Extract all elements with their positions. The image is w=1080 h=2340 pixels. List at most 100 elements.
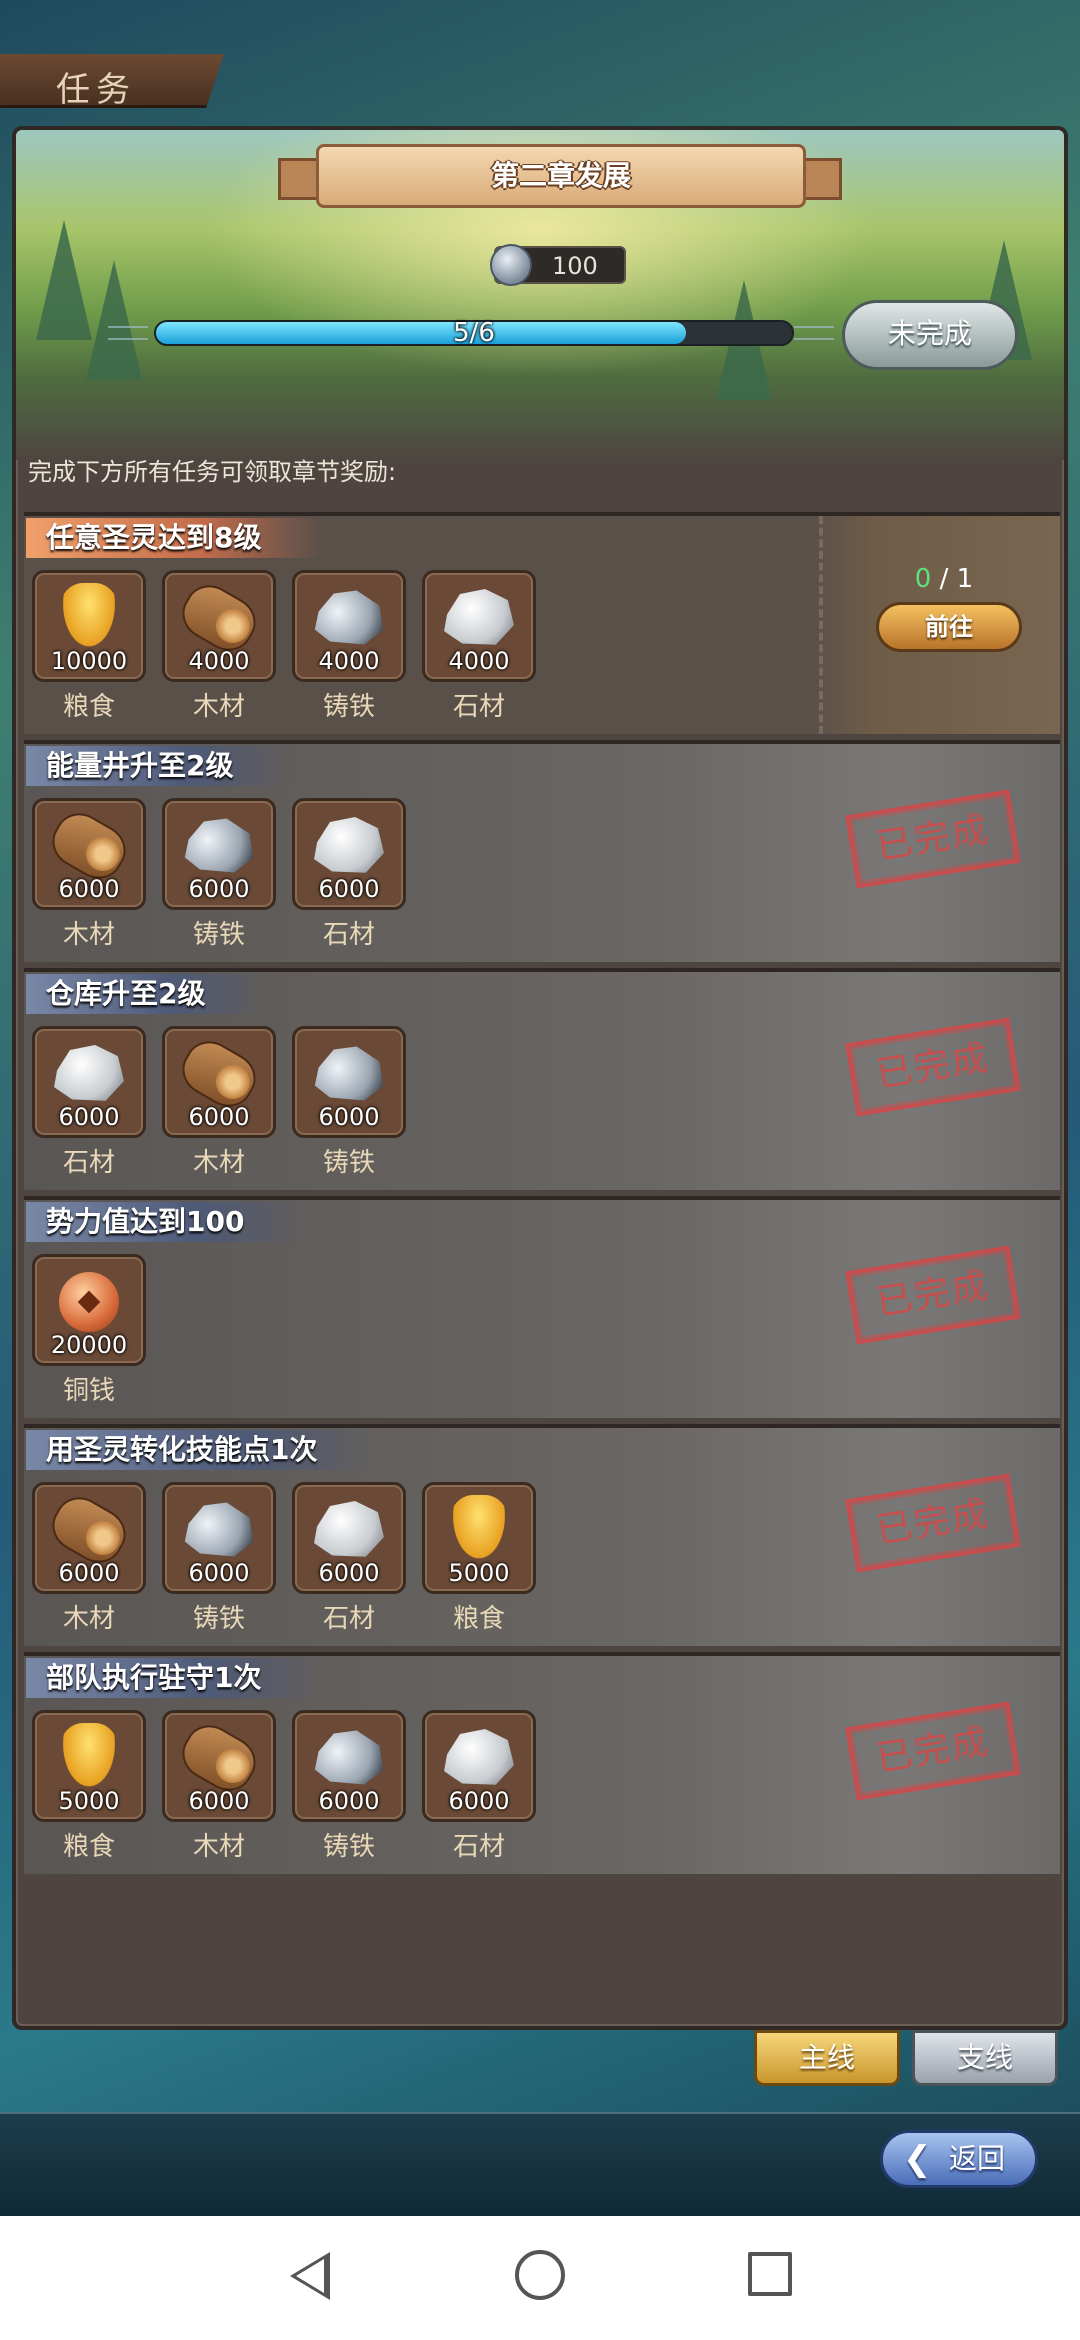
reward-qty: 6000 (318, 1103, 380, 1131)
tab-side-line[interactable]: 支线 (912, 2030, 1058, 2086)
reward-item[interactable]: 6000 石材 (32, 1026, 146, 1179)
reward-qty: 10000 (50, 647, 128, 675)
stone-icon (444, 1728, 514, 1785)
stone-icon (54, 1044, 124, 1101)
iron-icon (314, 1046, 384, 1101)
reward-item[interactable]: 6000 木材 (162, 1026, 276, 1179)
nav-recent-apps-icon[interactable] (748, 2252, 792, 2296)
reward-item[interactable]: 6000 木材 (32, 1482, 146, 1635)
reward-name: 粮食 (62, 1832, 115, 1862)
chapter-progress-label: 5/6 (453, 318, 495, 348)
stone-icon (314, 816, 384, 873)
chapter-title: 第二章发展 (490, 159, 631, 192)
chevron-left-icon: ❮ (903, 2139, 932, 2179)
grain-icon (449, 1494, 509, 1565)
reward-qty: 6000 (448, 1787, 510, 1815)
system-nav-bar (0, 2216, 1080, 2340)
grain-icon (59, 1722, 119, 1793)
reward-item[interactable]: 4000 石材 (422, 570, 536, 723)
reward-name: 木材 (192, 1148, 245, 1178)
task-title: 势力值达到100 (26, 1202, 305, 1242)
chapter-reward-amount: 100 (552, 252, 598, 280)
completed-stamp: 已完成 (845, 1701, 1021, 1801)
reward-name: 铸铁 (192, 1604, 245, 1634)
page-title: 任务 (56, 70, 136, 110)
task-title: 能量井升至2级 (26, 746, 294, 786)
reward-item[interactable]: 6000 铸铁 (162, 1482, 276, 1635)
reward-name: 石材 (62, 1148, 115, 1178)
chapter-ribbon: 第二章发展 (316, 144, 806, 208)
nav-back-icon[interactable] (290, 2252, 330, 2300)
reward-item[interactable]: 4000 铸铁 (292, 570, 406, 723)
reward-item[interactable]: 10000 粮食 (32, 570, 146, 723)
reward-item[interactable]: 4000 木材 (162, 570, 276, 723)
reward-name: 石材 (322, 920, 375, 950)
reward-qty: 20000 (50, 1331, 128, 1359)
completed-stamp: 已完成 (845, 1473, 1021, 1573)
goto-button[interactable]: 前往 (876, 602, 1022, 652)
completed-stamp: 已完成 (845, 789, 1021, 889)
task-title: 部队执行驻守1次 (26, 1658, 322, 1698)
task-card: 能量井升至2级 6000 木材 6000 铸铁 6000 石材 已完成 (24, 740, 1060, 962)
reward-list: 10000 粮食 4000 木材 4000 铸铁 4000 石材 (32, 570, 536, 723)
reward-name: 铜钱 (62, 1376, 115, 1406)
reward-qty: 6000 (318, 1559, 380, 1587)
task-card: 任意圣灵达到8级 10000 粮食 4000 木材 4000 铸铁 4000 石… (24, 512, 1060, 734)
reward-name: 粮食 (62, 692, 115, 722)
tab-main-line[interactable]: 主线 (754, 2030, 900, 2086)
chapter-hint: 完成下方所有任务可领取章节奖励: (28, 458, 397, 486)
reward-item[interactable]: 6000 石材 (292, 1482, 406, 1635)
reward-name: 木材 (62, 1604, 115, 1634)
reward-qty: 6000 (58, 1103, 120, 1131)
reward-qty: 6000 (188, 1559, 250, 1587)
reward-name: 铸铁 (322, 1148, 375, 1178)
reward-qty: 4000 (188, 647, 250, 675)
task-card: 部队执行驻守1次 5000 粮食 6000 木材 6000 铸铁 6000 石材… (24, 1652, 1060, 1874)
reward-item[interactable]: 6000 铸铁 (162, 798, 276, 951)
stone-icon (444, 588, 514, 645)
reward-list: 6000 木材 6000 铸铁 6000 石材 (32, 798, 406, 951)
reward-item[interactable]: 5000 粮食 (32, 1710, 146, 1863)
reward-name: 铸铁 (322, 692, 375, 722)
reward-list: 5000 粮食 6000 木材 6000 铸铁 6000 石材 (32, 1710, 536, 1863)
task-title: 任意圣灵达到8级 (26, 518, 322, 558)
reward-item[interactable]: 6000 铸铁 (292, 1710, 406, 1863)
tree-decoration (36, 220, 92, 340)
reward-name: 木材 (192, 1832, 245, 1862)
task-count-current: 0 (914, 564, 932, 594)
back-button[interactable]: ❮ 返回 (880, 2130, 1038, 2188)
iron-icon (314, 1730, 384, 1785)
nav-home-icon[interactable] (515, 2250, 565, 2300)
reward-name: 石材 (452, 1832, 505, 1862)
task-progress-count: 0 / 1 (844, 564, 1044, 594)
reward-item[interactable]: 6000 铸铁 (292, 1026, 406, 1179)
reward-item[interactable]: 5000 粮食 (422, 1482, 536, 1635)
reward-name: 石材 (322, 1604, 375, 1634)
reward-item[interactable]: 6000 石材 (422, 1710, 536, 1863)
reward-list: 6000 木材 6000 铸铁 6000 石材 5000 粮食 (32, 1482, 536, 1635)
task-count-separator: / (939, 564, 949, 594)
completed-stamp: 已完成 (845, 1245, 1021, 1345)
arrow-left-decoration (108, 326, 148, 340)
reward-qty: 6000 (318, 875, 380, 903)
task-title: 仓库升至2级 (26, 974, 266, 1014)
task-card: 仓库升至2级 6000 石材 6000 木材 6000 铸铁 已完成 (24, 968, 1060, 1190)
reward-item[interactable]: 6000 石材 (292, 798, 406, 951)
reward-item[interactable]: 6000 木材 (32, 798, 146, 951)
chapter-status-button[interactable]: 未完成 (842, 300, 1018, 370)
arrow-right-decoration (794, 326, 834, 340)
reward-qty: 6000 (58, 1559, 120, 1587)
iron-icon (184, 1502, 254, 1557)
reward-list: 6000 石材 6000 木材 6000 铸铁 (32, 1026, 406, 1179)
reward-name: 粮食 (452, 1604, 505, 1634)
reward-qty: 4000 (448, 647, 510, 675)
iron-icon (314, 590, 384, 645)
reward-item[interactable]: 20000 铜钱 (32, 1254, 146, 1407)
reward-qty: 5000 (58, 1787, 120, 1815)
task-panel: 第二章发展 100 5/6 未完成 完成下方所有任务可领取章节奖励: 任意圣灵达… (12, 126, 1068, 2030)
stone-icon (314, 1500, 384, 1557)
reward-qty: 5000 (448, 1559, 510, 1587)
chapter-reward: 100 (490, 244, 626, 286)
reward-name: 木材 (62, 920, 115, 950)
reward-item[interactable]: 6000 木材 (162, 1710, 276, 1863)
